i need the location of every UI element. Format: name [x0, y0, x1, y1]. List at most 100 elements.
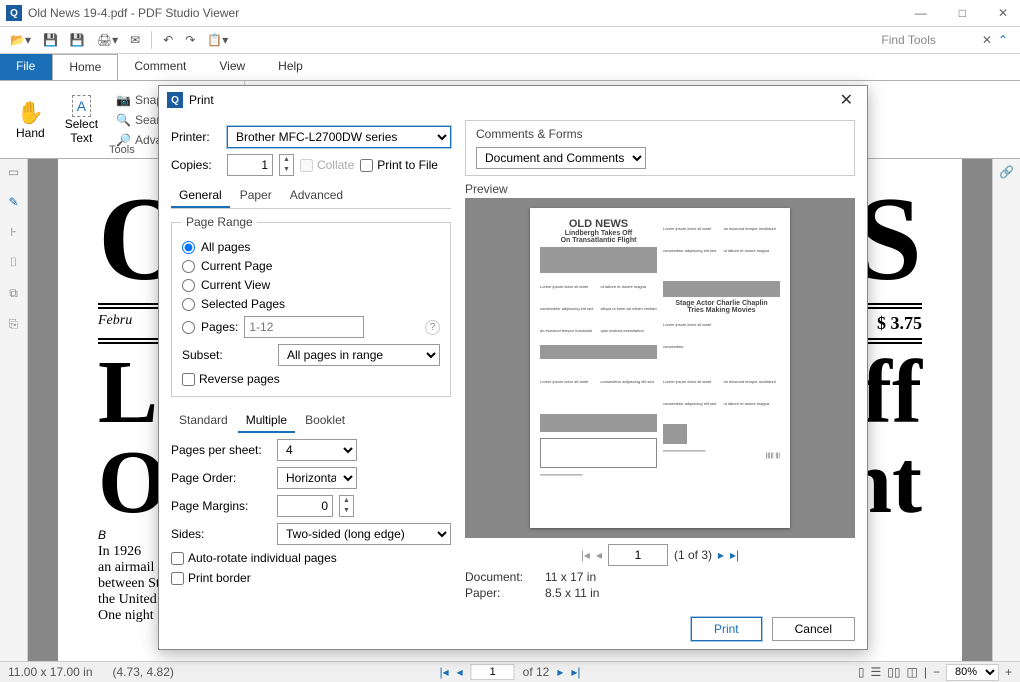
- page-margins-input[interactable]: [277, 495, 333, 517]
- maximize-button[interactable]: □: [953, 6, 972, 20]
- comments-forms-select[interactable]: Document and Comments: [476, 147, 646, 169]
- hand-tool[interactable]: ✋ Hand: [6, 96, 55, 144]
- tab-file[interactable]: File: [0, 54, 52, 80]
- printer-label: Printer:: [171, 130, 221, 144]
- minimize-button[interactable]: —: [909, 6, 933, 20]
- tab-view[interactable]: View: [203, 54, 262, 80]
- margins-spinner[interactable]: ▲▼: [339, 495, 354, 517]
- preview-page-input[interactable]: [608, 544, 668, 566]
- radio-selected-pages[interactable]: [182, 298, 195, 311]
- copies-label: Copies:: [171, 158, 221, 172]
- mode-standard[interactable]: Standard: [171, 409, 236, 433]
- radio-current-page[interactable]: [182, 260, 195, 273]
- cursor-coords: (4.73, 4.82): [113, 665, 174, 679]
- close-button[interactable]: ✕: [992, 6, 1014, 20]
- pages-per-sheet-select[interactable]: 4: [277, 439, 357, 461]
- zoom-out-button[interactable]: −: [933, 665, 940, 679]
- prev-page-button[interactable]: ◂: [457, 665, 463, 679]
- autorotate-checkbox[interactable]: [171, 552, 184, 565]
- collate-checkbox: [300, 159, 313, 172]
- tab-home[interactable]: Home: [52, 54, 118, 80]
- left-panel: ▭ ✎ ⊦ ⌷ ⧉ ⎘: [0, 159, 28, 661]
- pages-panel-icon[interactable]: ▭: [8, 165, 19, 179]
- page-order-select[interactable]: Horizontal: [277, 467, 357, 489]
- select-text-icon: A: [72, 95, 91, 117]
- print-border-checkbox[interactable]: [171, 572, 184, 585]
- search-icon: 🔍: [116, 113, 131, 127]
- sides-select[interactable]: Two-sided (long edge): [277, 523, 451, 545]
- view-single-icon[interactable]: ▯: [858, 665, 865, 679]
- save-button[interactable]: 💾: [39, 31, 62, 49]
- last-page-button[interactable]: ▸|: [571, 665, 580, 679]
- mode-booklet[interactable]: Booklet: [297, 409, 353, 433]
- select-text-tool[interactable]: A Select Text: [55, 91, 108, 149]
- layers-panel-icon[interactable]: ⧉: [9, 286, 18, 301]
- save-all-button[interactable]: 💾: [66, 31, 89, 49]
- preview-first-button[interactable]: |◂: [581, 548, 590, 562]
- dialog-title: Print: [189, 93, 834, 107]
- dialog-app-icon: Q: [167, 92, 183, 108]
- print-confirm-button[interactable]: Print: [691, 617, 762, 641]
- page-number-input[interactable]: [471, 664, 515, 680]
- subset-select[interactable]: All pages in range: [278, 344, 440, 366]
- preview-nav: |◂ ◂ (1 of 3) ▸ ▸|: [465, 544, 855, 566]
- preview-next-button[interactable]: ▸: [718, 548, 724, 562]
- pages-input: [244, 316, 364, 338]
- page-dimensions: 11.00 x 17.00 in: [8, 665, 93, 679]
- mail-button[interactable]: ✉: [126, 31, 144, 49]
- print-dialog: Q Print ✕ Printer: Brother MFC-L2700DW s…: [158, 85, 868, 650]
- history-button[interactable]: 📋▾: [203, 31, 232, 49]
- comments-forms-box: Comments & Forms Document and Comments: [465, 120, 855, 176]
- quick-toolbar: 📂▾ 💾 💾 🖨▾ ✉ ↶ ↷ 📋▾ Find Tools ✕ ⌃: [0, 27, 1020, 54]
- open-button[interactable]: 📂▾: [6, 31, 35, 49]
- preview-label: Preview: [465, 182, 855, 196]
- radio-current-view[interactable]: [182, 279, 195, 292]
- copies-spinner[interactable]: ▲▼: [279, 154, 294, 176]
- page-count-label: of 12: [523, 665, 550, 679]
- pages-help-icon[interactable]: ?: [425, 320, 440, 335]
- mode-multiple[interactable]: Multiple: [238, 409, 295, 433]
- first-page-button[interactable]: |◂: [439, 665, 448, 679]
- close-findtools-icon[interactable]: ✕: [982, 33, 992, 47]
- zoom-in-button[interactable]: +: [1005, 665, 1012, 679]
- bookmarks-panel-icon[interactable]: ✎: [8, 195, 18, 209]
- zoom-select[interactable]: 80%: [946, 664, 999, 681]
- comments-panel-icon[interactable]: ⌷: [10, 255, 17, 270]
- preview-page-of: (1 of 3): [674, 548, 712, 562]
- radio-all-pages[interactable]: [182, 241, 195, 254]
- camera-icon: 📷: [116, 93, 131, 107]
- window-title: Old News 19-4.pdf - PDF Studio Viewer: [28, 6, 909, 20]
- page-range-group: Page Range All pages Current Page Curren…: [171, 215, 451, 397]
- tab-comment[interactable]: Comment: [118, 54, 203, 80]
- print-button[interactable]: 🖨▾: [93, 31, 122, 49]
- attachments-panel-icon[interactable]: ⎘: [9, 317, 19, 332]
- tab-help[interactable]: Help: [262, 54, 320, 80]
- view-continuous-icon[interactable]: ☰: [871, 665, 882, 679]
- cancel-button[interactable]: Cancel: [772, 617, 855, 641]
- statusbar: 11.00 x 17.00 in (4.73, 4.82) |◂ ◂ of 12…: [0, 661, 1020, 682]
- signatures-panel-icon[interactable]: ⊦: [10, 225, 16, 239]
- titlebar: Q Old News 19-4.pdf - PDF Studio Viewer …: [0, 0, 1020, 27]
- radio-pages[interactable]: [182, 321, 195, 334]
- printer-select[interactable]: Brother MFC-L2700DW series: [227, 126, 451, 148]
- view-cover-icon[interactable]: ◫: [907, 665, 918, 679]
- preview-last-button[interactable]: ▸|: [730, 548, 739, 562]
- preview-prev-button[interactable]: ◂: [596, 548, 602, 562]
- right-panel: 🔗: [992, 159, 1020, 661]
- preview-box: OLD NEWS Lindbergh Takes Off On Transatl…: [465, 198, 855, 538]
- dialog-close-button[interactable]: ✕: [834, 90, 859, 110]
- find-tools[interactable]: Find Tools: [881, 33, 975, 47]
- print-to-file-checkbox[interactable]: [360, 159, 373, 172]
- link-panel-icon[interactable]: 🔗: [999, 165, 1014, 179]
- view-facing-icon[interactable]: ▯▯: [887, 665, 900, 679]
- app-icon: Q: [6, 5, 22, 21]
- tab-general[interactable]: General: [171, 184, 230, 208]
- copies-input[interactable]: [227, 154, 273, 176]
- next-page-button[interactable]: ▸: [557, 665, 563, 679]
- tab-advanced[interactable]: Advanced: [282, 184, 351, 208]
- undo-button[interactable]: ↶: [159, 31, 177, 49]
- expand-ribbon-icon[interactable]: ⌃: [998, 33, 1008, 47]
- tab-paper[interactable]: Paper: [232, 184, 280, 208]
- reverse-pages-checkbox[interactable]: [182, 373, 195, 386]
- redo-button[interactable]: ↷: [181, 31, 199, 49]
